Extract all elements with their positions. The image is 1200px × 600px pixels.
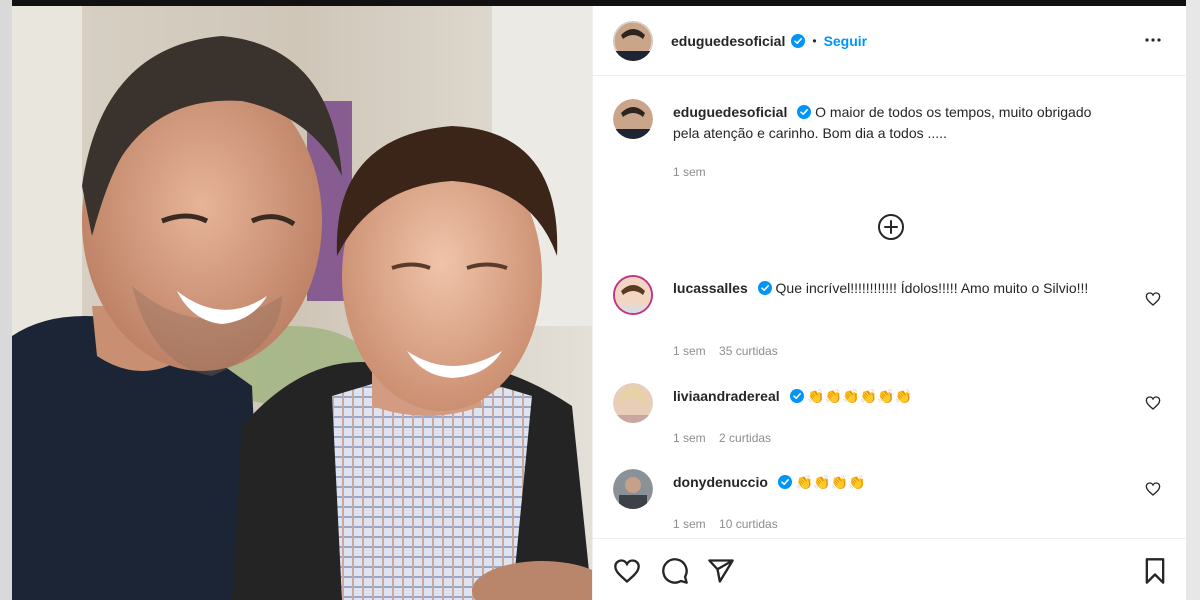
caption-author[interactable]: eduguedesoficial bbox=[673, 104, 787, 120]
comment-item: liviaandradereal 👏👏👏👏👏👏 1 sem 2 curtidas bbox=[613, 383, 1167, 463]
comment-likes[interactable]: 10 curtidas bbox=[719, 517, 778, 531]
post-photo[interactable] bbox=[12, 6, 592, 600]
commenter-username[interactable]: donydenuccio bbox=[673, 474, 768, 490]
verified-badge-icon bbox=[797, 105, 812, 119]
author-username[interactable]: eduguedesoficial bbox=[671, 33, 785, 49]
follow-button[interactable]: Seguir bbox=[824, 33, 868, 49]
left-edge bbox=[0, 0, 12, 600]
comment-timestamp[interactable]: 1 sem bbox=[673, 344, 706, 358]
comment-text-block: liviaandradereal 👏👏👏👏👏👏 bbox=[673, 386, 1113, 407]
comment-item: donydenuccio 👏👏👏👏 1 sem 10 curtidas bbox=[613, 469, 1167, 537]
verified-badge-icon bbox=[757, 281, 772, 295]
photo-illustration bbox=[12, 6, 592, 600]
verified-badge-icon bbox=[777, 475, 792, 489]
load-more-comments-icon[interactable] bbox=[877, 213, 905, 241]
commenter-username[interactable]: liviaandradereal bbox=[673, 388, 780, 404]
comment-item: lucassalles Que incrível!!!!!!!!!!!! Ído… bbox=[613, 275, 1167, 365]
caption-row: eduguedesoficial O maior de todos os tem… bbox=[613, 99, 1167, 189]
caption-meta: 1 sem bbox=[673, 165, 716, 179]
comment-meta: 1 sem 35 curtidas bbox=[673, 344, 788, 358]
comments-section: eduguedesoficial O maior de todos os tem… bbox=[593, 77, 1187, 537]
post-panel: eduguedesoficial • Seguir eduguedesofici… bbox=[592, 6, 1187, 600]
comment-likes[interactable]: 35 curtidas bbox=[719, 344, 778, 358]
bookmark-icon[interactable] bbox=[1141, 557, 1169, 585]
commenter-username[interactable]: lucassalles bbox=[673, 280, 748, 296]
caption-timestamp[interactable]: 1 sem bbox=[673, 165, 706, 179]
comment-text: Que incrível!!!!!!!!!!!! Ídolos!!!!! Amo… bbox=[775, 280, 1089, 296]
comment-meta: 1 sem 10 curtidas bbox=[673, 517, 788, 531]
comment-text-block: lucassalles Que incrível!!!!!!!!!!!! Ído… bbox=[673, 278, 1113, 299]
right-edge bbox=[1186, 0, 1200, 600]
header-separator: • bbox=[812, 33, 817, 48]
more-options-icon[interactable] bbox=[1141, 28, 1165, 52]
verified-badge-icon bbox=[791, 33, 806, 48]
share-icon[interactable] bbox=[707, 557, 735, 585]
post-header: eduguedesoficial • Seguir bbox=[593, 6, 1187, 76]
comment-timestamp[interactable]: 1 sem bbox=[673, 431, 706, 445]
comment-icon[interactable] bbox=[661, 557, 689, 585]
comment-likes[interactable]: 2 curtidas bbox=[719, 431, 771, 445]
author-avatar[interactable] bbox=[613, 20, 653, 61]
author-avatar-small[interactable] bbox=[613, 99, 653, 139]
commenter-avatar[interactable] bbox=[613, 469, 653, 509]
comment-text: 👏👏👏👏👏👏 bbox=[807, 388, 912, 404]
verified-badge-icon bbox=[789, 389, 804, 403]
comment-text-block: donydenuccio 👏👏👏👏 bbox=[673, 472, 1113, 493]
heart-icon[interactable] bbox=[1145, 395, 1161, 411]
heart-icon[interactable] bbox=[1145, 291, 1161, 307]
post-actions-bar bbox=[593, 538, 1187, 600]
heart-icon[interactable] bbox=[613, 557, 641, 585]
comment-text: 👏👏👏👏 bbox=[795, 474, 866, 490]
commenter-avatar[interactable] bbox=[613, 275, 653, 315]
comment-meta: 1 sem 2 curtidas bbox=[673, 431, 781, 445]
caption-text-block: eduguedesoficial O maior de todos os tem… bbox=[673, 102, 1113, 144]
heart-icon[interactable] bbox=[1145, 481, 1161, 497]
commenter-avatar[interactable] bbox=[613, 383, 653, 423]
comment-timestamp[interactable]: 1 sem bbox=[673, 517, 706, 531]
